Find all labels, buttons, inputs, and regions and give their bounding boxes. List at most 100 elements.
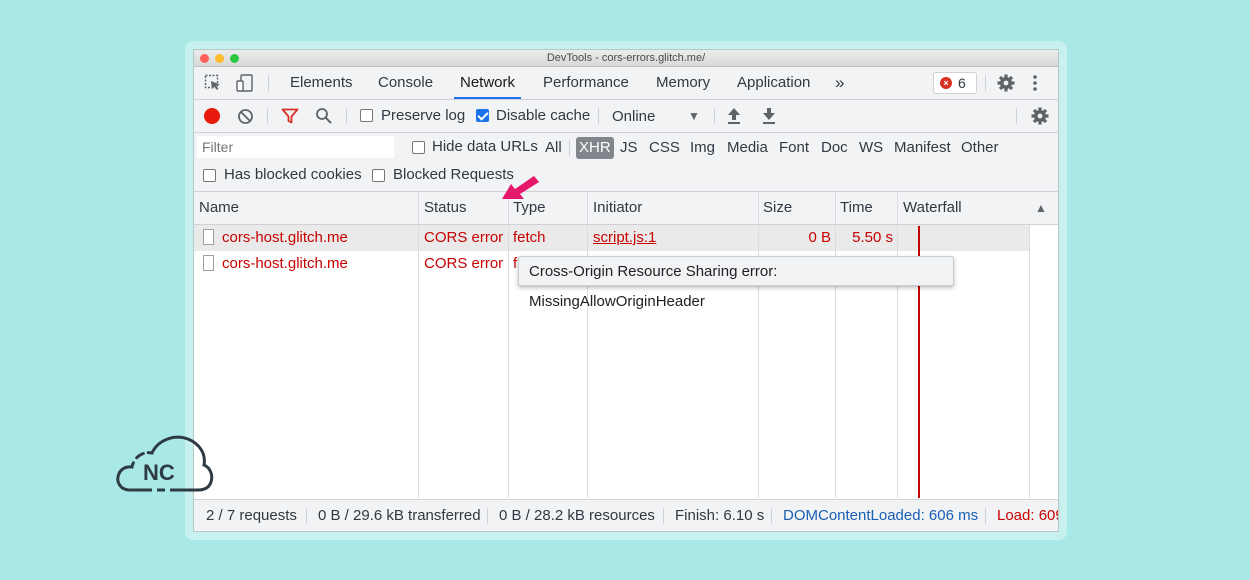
search-icon[interactable] — [315, 107, 333, 125]
filter-type-media[interactable]: Media — [727, 137, 768, 159]
request-name: cors-host.glitch.me — [222, 255, 348, 272]
clear-log-icon[interactable] — [237, 108, 254, 125]
column-header-time[interactable]: Time — [840, 192, 873, 224]
document-file-icon — [203, 229, 214, 245]
filter-funnel-icon[interactable] — [281, 108, 299, 124]
error-count: 6 — [958, 75, 966, 91]
window-title: DevTools - cors-errors.glitch.me/ — [546, 52, 706, 64]
table-row[interactable]: cors-host.glitch.me CORS error fetch scr… — [194, 225, 1029, 251]
filter-type-css[interactable]: CSS — [649, 137, 680, 159]
disable-cache-label: Disable cache — [496, 107, 591, 124]
request-name: cors-host.glitch.me — [222, 229, 348, 246]
disable-cache-checkbox[interactable] — [476, 109, 489, 122]
tab-network[interactable]: Network — [453, 67, 522, 99]
import-har-upload-icon[interactable] — [726, 107, 742, 125]
zoom-window-button[interactable] — [230, 54, 239, 63]
column-header-size[interactable]: Size — [763, 192, 792, 224]
column-divider — [835, 192, 836, 498]
tab-performance[interactable]: Performance — [543, 67, 629, 99]
finish-time: Finish: 6.10 s — [675, 507, 765, 524]
minimize-window-button[interactable] — [215, 54, 224, 63]
cors-error-tooltip: Cross-Origin Resource Sharing error: Mis… — [518, 256, 954, 310]
title-bar: DevTools - cors-errors.glitch.me/ — [194, 50, 1058, 67]
request-initiator-link[interactable]: script.js:1 — [593, 225, 656, 251]
error-icon: × — [940, 77, 952, 89]
column-header-status[interactable]: Status — [424, 192, 467, 224]
tab-console[interactable]: Console — [378, 67, 433, 99]
blocked-requests-checkbox[interactable] — [372, 169, 385, 182]
has-blocked-cookies-checkbox[interactable] — [203, 169, 216, 182]
tab-memory[interactable]: Memory — [656, 67, 710, 99]
chevron-down-icon[interactable]: ▼ — [688, 109, 700, 123]
tab-elements[interactable]: Elements — [290, 67, 353, 99]
preserve-log-label: Preserve log — [381, 107, 466, 124]
main-toolbar: Elements Console Network Performance Mem… — [194, 67, 1058, 100]
resources-size: 0 B / 28.2 kB resources — [499, 507, 655, 524]
toolbar-separator — [1016, 108, 1017, 124]
error-count-badge[interactable]: × 6 — [933, 72, 977, 94]
document-file-icon — [203, 255, 214, 271]
column-divider — [758, 192, 759, 498]
toolbar-separator — [267, 108, 268, 124]
more-tabs-chevron-icon[interactable]: » — [835, 67, 844, 99]
network-toolbar: Preserve log Disable cache Online ▼ — [194, 100, 1058, 133]
settings-gear-icon[interactable] — [996, 73, 1016, 93]
filter-type-font[interactable]: Font — [779, 137, 809, 159]
waterfall-grid-line — [1029, 225, 1030, 498]
column-header-waterfall[interactable]: Waterfall — [903, 192, 962, 224]
network-settings-gear-icon[interactable] — [1030, 106, 1050, 126]
filter-type-doc[interactable]: Doc — [821, 137, 848, 159]
sort-ascending-icon[interactable]: ▲ — [1035, 192, 1047, 224]
toolbar-separator — [569, 140, 570, 156]
toolbar-separator — [985, 75, 986, 91]
request-size: 0 B — [808, 229, 831, 246]
filter-type-img[interactable]: Img — [690, 137, 715, 159]
status-separator — [487, 508, 488, 524]
device-toolbar-icon[interactable] — [235, 73, 255, 93]
blocked-requests-label: Blocked Requests — [393, 166, 514, 183]
toolbar-separator — [346, 108, 347, 124]
column-header-name[interactable]: Name — [199, 192, 239, 224]
hide-data-urls-checkbox[interactable] — [412, 141, 425, 154]
load-time: Load: 609 ms — [997, 507, 1058, 524]
status-separator — [771, 508, 772, 524]
column-header-initiator[interactable]: Initiator — [593, 192, 642, 224]
column-divider — [587, 192, 588, 498]
filter-type-manifest[interactable]: Manifest — [894, 137, 951, 159]
export-har-download-icon[interactable] — [761, 107, 777, 125]
request-status: CORS error — [424, 255, 504, 272]
request-status: CORS error — [424, 229, 504, 246]
requests-table-header: Name Status Type Initiator Size Time Wat… — [194, 192, 1058, 225]
filter-type-js[interactable]: JS — [620, 137, 638, 159]
nc-cloud-logo-icon: NC — [116, 435, 214, 492]
tab-application[interactable]: Application — [737, 67, 810, 99]
toolbar-separator — [714, 108, 715, 124]
devtools-window: DevTools - cors-errors.glitch.me/ Elemen… — [194, 50, 1058, 531]
status-separator — [306, 508, 307, 524]
request-time: 5.50 s — [852, 229, 893, 246]
request-type: f — [513, 255, 518, 272]
status-bar: 2 / 7 requests 0 B / 29.6 kB transferred… — [194, 499, 1058, 531]
filter-type-xhr[interactable]: XHR — [576, 137, 614, 159]
preserve-log-checkbox[interactable] — [360, 109, 373, 122]
filter-type-all[interactable]: All — [545, 137, 562, 159]
hide-data-urls-label: Hide data URLs — [432, 138, 538, 155]
request-type: fetch — [513, 229, 546, 246]
filter-input[interactable] — [197, 136, 394, 158]
toolbar-separator — [268, 75, 269, 91]
inspect-element-icon[interactable] — [204, 74, 222, 92]
filter-bar: Hide data URLs All XHR JS CSS Img Media … — [194, 133, 1058, 192]
requests-count: 2 / 7 requests — [206, 507, 297, 524]
column-divider — [418, 192, 419, 498]
transferred-size: 0 B / 29.6 kB transferred — [318, 507, 481, 524]
logo-text: NC — [143, 460, 175, 485]
close-window-button[interactable] — [200, 54, 209, 63]
filter-type-ws[interactable]: WS — [859, 137, 883, 159]
filter-type-other[interactable]: Other — [961, 137, 999, 159]
more-options-kebab-icon[interactable] — [1032, 74, 1038, 92]
record-button-icon[interactable] — [203, 107, 221, 125]
toolbar-separator — [598, 108, 599, 124]
status-separator — [985, 508, 986, 524]
throttling-select[interactable]: Online — [612, 108, 655, 125]
domcontentloaded-time: DOMContentLoaded: 606 ms — [783, 507, 979, 524]
